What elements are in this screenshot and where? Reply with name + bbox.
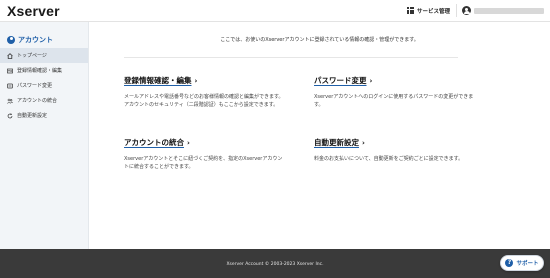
sidebar-title-label: アカウント	[18, 35, 53, 44]
sidebar-item-top-page[interactable]: トップページ	[0, 48, 88, 63]
user-account-menu[interactable]: ⋮	[462, 0, 550, 21]
header-divider	[456, 4, 457, 17]
account-icon	[7, 35, 15, 44]
card-account-merge: アカウントの統合 › Xserverアカウントとそこに紐づくご契約を、指定のXs…	[124, 137, 284, 171]
question-icon: ?	[505, 259, 514, 267]
sidebar-item-label: 自動更新設定	[17, 113, 48, 119]
chevron-right-icon: ›	[369, 76, 373, 85]
user-icon	[462, 6, 471, 15]
sidebar-item-password-change[interactable]: パスワード変更	[0, 78, 88, 93]
sidebar: アカウント トップページ 登録情報確認・編集 パスワード変更 アカウントの統合 …	[0, 22, 89, 249]
sidebar-item-label: パスワード変更	[17, 83, 53, 89]
card-registration-info: 登録情報確認・編集 › メールアドレスや電話番号などのお客様情報の確認と編集がで…	[124, 75, 284, 109]
card-title-link[interactable]: アカウントの統合 ›	[124, 137, 284, 148]
card-title-link[interactable]: 登録情報確認・編集 ›	[124, 75, 284, 86]
sidebar-item-label: トップページ	[17, 53, 47, 59]
id-card-icon	[7, 68, 13, 74]
card-auto-renewal: 自動更新設定 › 料金のお支払いについて、自動更新をご契約ごとに設定できます。	[314, 137, 474, 164]
xserver-logo[interactable]: Xserver	[7, 3, 60, 19]
support-button[interactable]: ? サポート	[500, 255, 544, 271]
intro-text: ここでは、お使いのXserverアカウントに登録されている情報の確認・管理ができ…	[220, 37, 419, 43]
card-title-link[interactable]: パスワード変更 ›	[314, 75, 474, 86]
copyright-text: Xserver Account © 2003-2023 Xserver Inc.	[226, 262, 324, 267]
users-icon	[7, 98, 13, 104]
card-title-label: 登録情報確認・編集	[124, 76, 192, 85]
card-title-label: パスワード変更	[314, 76, 367, 85]
key-icon	[7, 83, 13, 89]
sidebar-item-label: アカウントの統合	[17, 98, 58, 104]
chevron-right-icon: ›	[194, 76, 198, 85]
home-icon	[7, 52, 13, 59]
card-title-label: 自動更新設定	[314, 138, 359, 147]
service-management-menu[interactable]: サービス管理	[407, 0, 450, 21]
sidebar-title[interactable]: アカウント	[0, 22, 88, 48]
card-title-label: アカウントの統合	[124, 138, 184, 147]
card-description: メールアドレスや電話番号などのお客様情報の確認と編集ができます。アカウントのセキ…	[124, 94, 284, 108]
card-title-link[interactable]: 自動更新設定 ›	[314, 137, 474, 148]
sidebar-item-account-merge[interactable]: アカウントの統合	[0, 93, 88, 108]
grid-icon	[407, 7, 414, 14]
chevron-right-icon: ›	[362, 138, 365, 147]
user-name-redacted	[474, 7, 544, 14]
top-header: Xserver サービス管理 ⋮	[0, 0, 550, 22]
card-description: Xserverアカウントとそこに紐づくご契約を、指定のXserverアカウントに…	[124, 156, 283, 170]
sidebar-item-auto-renewal[interactable]: 自動更新設定	[0, 108, 88, 123]
sidebar-item-label: 登録情報確認・編集	[17, 68, 63, 74]
chevron-right-icon: ›	[187, 138, 190, 147]
card-description: Xserverアカウントへのログインに使用するパスワードの変更ができます。	[314, 94, 474, 108]
card-description: 料金のお支払いについて、自動更新をご契約ごとに設定できます。	[314, 156, 464, 162]
footer: Xserver Account © 2003-2023 Xserver Inc.	[0, 249, 550, 278]
sidebar-item-registration-info[interactable]: 登録情報確認・編集	[0, 63, 88, 78]
card-password-change: パスワード変更 › Xserverアカウントへのログインに使用するパスワードの変…	[314, 75, 474, 109]
service-management-label: サービス管理	[417, 8, 451, 15]
support-label: サポート	[516, 261, 539, 267]
refresh-icon	[7, 112, 13, 119]
divider	[124, 57, 458, 58]
